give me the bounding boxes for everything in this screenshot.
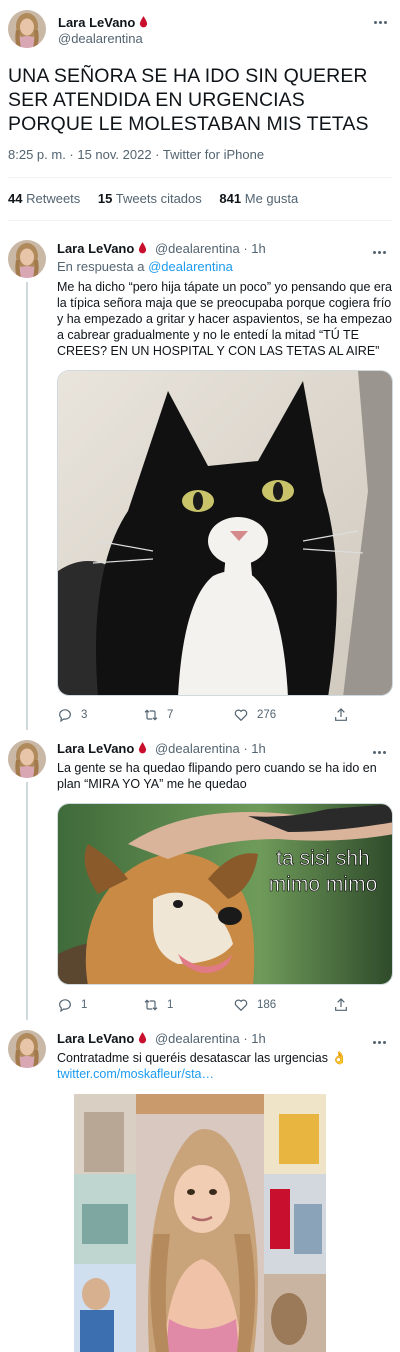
dog-meme-photo[interactable]: ta sisi shh mimo mimo — [57, 803, 393, 985]
avatar-photo-icon — [8, 240, 46, 278]
retweet-button[interactable]: 7 — [143, 706, 173, 724]
reply-header: Lara LeVano @dealarentina · 1h — [57, 1031, 266, 1046]
reply-tweet: Lara LeVano @dealarentina · 1h Contratad… — [0, 1030, 400, 1352]
quotes-label: Tweets citados — [115, 191, 202, 206]
ok-hand-emoji: 👌 — [331, 1051, 348, 1065]
meme-caption-line2: mimo mimo — [269, 873, 378, 896]
cat-photo[interactable] — [57, 370, 393, 696]
blood-drop-icon — [139, 1032, 147, 1044]
retweets-count: 44 — [8, 191, 23, 206]
divider — [8, 177, 392, 178]
replying-prefix: En respuesta a — [57, 259, 145, 274]
reply-text: La gente se ha quedao flipando pero cuan… — [57, 761, 377, 791]
share-icon — [335, 998, 347, 1011]
more-options-icon[interactable] — [373, 244, 391, 255]
reply-author-handle[interactable]: @dealarentina — [155, 741, 240, 756]
dog-meme-photo-icon: ta sisi shh mimo mimo — [58, 804, 392, 984]
retweet-icon — [144, 999, 158, 1011]
thread-line — [26, 782, 28, 1020]
main-tweet-text: UNA SEÑORA SE HA IDO SIN QUERER SER ATEN… — [8, 65, 369, 135]
likes-stat[interactable]: 841 Me gusta — [219, 191, 298, 206]
comment-icon — [59, 709, 71, 723]
avatar-photo-icon — [8, 1030, 46, 1068]
black-white-cat-photo-icon — [58, 371, 392, 695]
divider — [8, 220, 392, 221]
reply-time[interactable]: · 1h — [243, 1031, 265, 1046]
avatar-photo-icon — [8, 740, 46, 778]
more-options-icon[interactable] — [373, 1034, 391, 1045]
author-avatar[interactable] — [8, 10, 46, 48]
reply-avatar[interactable] — [8, 240, 46, 278]
reply-author-name[interactable]: Lara LeVano — [57, 1031, 134, 1046]
retweets-label: Retweets — [26, 191, 81, 206]
meme-caption-line1: ta sisi shh — [276, 847, 369, 870]
reply-text-body: Contratadme si queréis desatascar las ur… — [57, 1051, 328, 1065]
like-button[interactable]: 276 — [233, 706, 276, 724]
reply-avatar[interactable] — [8, 740, 46, 778]
quotes-count: 15 — [97, 191, 113, 206]
replying-to: En respuesta a @dealarentina — [57, 259, 233, 274]
reply-tweet: Lara LeVano @dealarentina · 1h La gente … — [0, 740, 400, 1020]
main-tweet-header: Lara LeVano @dealarentina — [8, 10, 392, 50]
avatar-photo-icon — [8, 10, 46, 48]
share-icon — [335, 708, 347, 721]
more-options-icon[interactable] — [373, 744, 391, 755]
reply-tweet: Lara LeVano @dealarentina · 1h En respue… — [0, 240, 400, 730]
blood-drop-icon — [139, 742, 147, 754]
reply-actions: 3 7 276 — [57, 706, 357, 724]
heart-icon — [234, 999, 248, 1012]
reply-author-handle[interactable]: @dealarentina — [155, 241, 240, 256]
reply-actions: 1 1 186 — [57, 996, 357, 1014]
blood-drop-icon — [139, 242, 147, 254]
retweet-button[interactable]: 1 — [143, 996, 173, 1014]
thread-line — [26, 282, 28, 730]
collage-photo-icon — [74, 1094, 326, 1352]
external-link[interactable]: twitter.com/moskafleur/sta… — [57, 1066, 393, 1082]
retweet-count: 7 — [167, 709, 174, 721]
more-options-icon[interactable] — [374, 14, 392, 25]
author-name[interactable]: Lara LeVano — [58, 15, 135, 30]
tweet-stats: 44 Retweets 15 Tweets citados 841 Me gus… — [8, 191, 312, 206]
reply-author-handle[interactable]: @dealarentina — [155, 1031, 240, 1046]
reply-text: Me ha dicho “pero hija tápate un poco” y… — [57, 280, 392, 358]
retweet-icon — [144, 709, 158, 721]
heart-icon — [234, 709, 248, 722]
author-handle[interactable]: @dealarentina — [58, 31, 143, 46]
share-button[interactable] — [333, 996, 349, 1014]
reply-text: Contratadme si queréis desatascar las ur… — [57, 1050, 393, 1066]
quotes-stat[interactable]: 15 Tweets citados — [98, 191, 202, 206]
retweets-stat[interactable]: 44 Retweets — [8, 191, 80, 206]
like-count: 186 — [257, 999, 277, 1011]
share-button[interactable] — [333, 706, 349, 724]
reply-count: 3 — [81, 709, 88, 721]
reply-header: Lara LeVano @dealarentina · 1h — [57, 241, 266, 256]
reply-button[interactable]: 3 — [57, 706, 87, 724]
replying-handle-link[interactable]: @dealarentina — [148, 259, 233, 274]
blood-drop-icon — [140, 16, 148, 28]
like-button[interactable]: 186 — [233, 996, 276, 1014]
comment-icon — [59, 999, 71, 1013]
retweet-count: 1 — [167, 999, 174, 1011]
reply-button[interactable]: 1 — [57, 996, 87, 1014]
reply-time[interactable]: · 1h — [243, 741, 265, 756]
reply-count: 1 — [81, 999, 88, 1011]
likes-label: Me gusta — [244, 191, 299, 206]
reply-author-name[interactable]: Lara LeVano — [57, 241, 134, 256]
collage-photo[interactable] — [74, 1094, 326, 1352]
reply-time[interactable]: · 1h — [243, 241, 265, 256]
reply-avatar[interactable] — [8, 1030, 46, 1068]
likes-count: 841 — [219, 191, 242, 206]
reply-header: Lara LeVano @dealarentina · 1h — [57, 741, 266, 756]
tweet-timestamp[interactable]: 8:25 p. m. · 15 nov. 2022 · Twitter for … — [8, 147, 264, 162]
reply-author-name[interactable]: Lara LeVano — [57, 741, 134, 756]
like-count: 276 — [257, 709, 277, 721]
author-name-row: Lara LeVano — [58, 14, 148, 32]
